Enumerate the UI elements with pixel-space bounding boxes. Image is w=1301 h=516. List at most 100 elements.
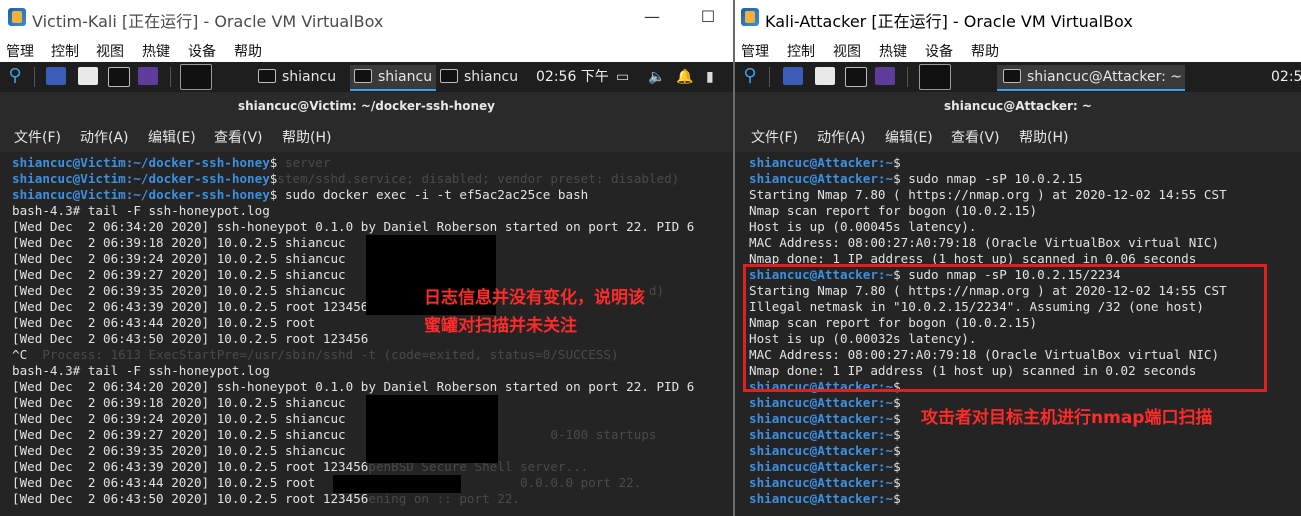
menu-help[interactable]: 帮助	[971, 41, 999, 61]
terminal-line: MAC Address: 08:00:27:A0:79:18 (Oracle V…	[749, 235, 1227, 251]
prompt-user: shiancuc@Attacker	[749, 427, 878, 442]
prompt-path: :~	[877, 155, 894, 170]
prompt-user: shiancuc@Victim	[12, 155, 126, 170]
battery-icon[interactable]: ▮	[706, 68, 714, 86]
notification-bell-icon[interactable]: 🔔	[676, 68, 693, 86]
menu-view[interactable]: 视图	[96, 41, 124, 61]
background-text: ening on :: port 22.	[368, 491, 521, 506]
taskbar-terminal-1[interactable]: shiancu	[258, 65, 336, 89]
background-text: server	[277, 155, 331, 170]
menu-control[interactable]: 控制	[787, 41, 815, 61]
kali-dragon-icon[interactable]: ⚲	[739, 65, 761, 87]
term-menu-action[interactable]: 动作(A)	[817, 127, 866, 147]
menu-devices[interactable]: 设备	[925, 41, 953, 61]
prompt-path: :~	[877, 395, 894, 410]
background-text: stem/sshd.service; disabled; vendor pres…	[277, 171, 680, 186]
victim-annotation: 日志信息并没有变化，说明该 蜜罐对扫描并未关注	[424, 284, 645, 340]
attacker-vbox-menubar: 管理 控制 视图 热键 设备 帮助	[735, 36, 1301, 63]
victim-kali-panel: ⚲ shiancu shiancu shiancu 02:56 下午 ▭ 🔈 🔔…	[0, 62, 733, 92]
term-menu-help[interactable]: 帮助(H)	[282, 127, 331, 147]
line-text: [Wed Dec 2 06:39:35 2020] 10.0.2.5 shian…	[12, 283, 346, 298]
term-menu-file[interactable]: 文件(F)	[751, 127, 798, 147]
prompt-char: $	[893, 491, 901, 506]
workspace-icon[interactable]	[783, 67, 803, 85]
line-text: [Wed Dec 2 06:39:35 2020] 10.0.2.5 shian…	[12, 443, 346, 458]
terminal-line: shiancuc@Attacker:~$	[749, 155, 1227, 171]
terminal-icon	[440, 69, 458, 83]
menu-devices[interactable]: 设备	[188, 41, 216, 61]
line-text: [Wed Dec 2 06:43:39 2020] 10.0.2.5 root …	[12, 299, 369, 314]
volume-icon[interactable]: 🔈	[648, 68, 665, 86]
term-menu-file[interactable]: 文件(F)	[14, 127, 61, 147]
prompt-char: $	[893, 427, 901, 442]
line-text: [Wed Dec 2 06:39:27 2020] 10.0.2.5 shian…	[12, 427, 346, 442]
attacker-kali-panel: ⚲ shiancuc@Attacker: ~ 02:5	[735, 62, 1301, 92]
panel-clock[interactable]: 02:56 下午	[536, 65, 609, 89]
browser-icon[interactable]	[875, 67, 895, 85]
annotation-line: 日志信息并没有变化，说明该	[424, 288, 645, 308]
line-text: [Wed Dec 2 06:39:24 2020] 10.0.2.5 shian…	[12, 411, 346, 426]
line-text: ^C	[12, 347, 28, 362]
terminal-icon[interactable]	[108, 67, 130, 87]
line-text: [Wed Dec 2 06:43:50 2020] 10.0.2.5 root …	[12, 491, 369, 506]
taskbar-terminal-3[interactable]: shiancu	[440, 65, 518, 89]
menu-manage[interactable]: 管理	[6, 41, 34, 61]
kali-dragon-icon[interactable]: ⚲	[4, 65, 26, 87]
term-menu-help[interactable]: 帮助(H)	[1019, 127, 1068, 147]
prompt-path: :~	[877, 443, 894, 458]
terminal-line: [Wed Dec 2 06:39:27 2020] 10.0.2.5 shian…	[12, 427, 694, 443]
folder-icon[interactable]	[78, 67, 98, 85]
menu-control[interactable]: 控制	[51, 41, 79, 61]
term-menu-action[interactable]: 动作(A)	[80, 127, 129, 147]
panel-clock[interactable]: 02:5	[1271, 65, 1301, 89]
line-text: MAC Address: 08:00:27:A0:79:18 (Oracle V…	[749, 235, 1220, 250]
prompt-char: $	[893, 155, 901, 170]
menu-help[interactable]: 帮助	[234, 41, 262, 61]
panel-separator	[907, 67, 908, 87]
active-terminal-preview-icon[interactable]	[919, 64, 951, 90]
task-label: shiancu	[378, 69, 433, 85]
prompt-path: :~/docker-ssh-honey	[125, 187, 270, 202]
attacker-window-title: Kali-Attacker [正在运行] - Oracle VM Virtual…	[765, 12, 1133, 31]
menu-manage[interactable]: 管理	[741, 41, 769, 61]
term-menu-view[interactable]: 查看(V)	[951, 127, 1000, 147]
victim-vbox-menubar: 管理 控制 视图 热键 设备 帮助	[0, 36, 733, 63]
victim-titlebar: Victim-Kali [正在运行] - Oracle VM VirtualBo…	[0, 0, 733, 36]
workspace-icon[interactable]	[46, 67, 66, 85]
menu-hotkeys[interactable]: 热键	[879, 41, 907, 61]
prompt-user: shiancuc@Attacker	[749, 475, 878, 490]
taskbar-terminal-2[interactable]: shiancu	[350, 65, 437, 91]
terminal-line: bash-4.3# tail -F ssh-honeypot.log	[12, 363, 694, 379]
attacker-terminal-title: shiancuc@Attacker: ~	[735, 92, 1301, 120]
prompt-user: shiancuc@Attacker	[749, 443, 878, 458]
prompt-char: $	[893, 443, 901, 458]
terminal-line: shiancuc@Attacker:~$	[749, 443, 1227, 459]
prompt-user: shiancuc@Victim	[12, 171, 126, 186]
active-terminal-preview-icon[interactable]	[180, 64, 212, 90]
browser-icon[interactable]	[138, 67, 158, 85]
menu-hotkeys[interactable]: 热键	[142, 41, 170, 61]
terminal-line: ^C Process: 1613 ExecStartPre=/usr/sbin/…	[12, 347, 694, 363]
nmap-highlight-box	[743, 264, 1267, 392]
terminal-line: shiancuc@Attacker:~$	[749, 475, 1227, 491]
terminal-line: shiancuc@Attacker:~$	[749, 459, 1227, 475]
terminal-icon[interactable]	[845, 67, 867, 87]
prompt-char: $	[893, 459, 901, 474]
minimize-button[interactable]: —	[638, 6, 666, 28]
folder-icon[interactable]	[815, 67, 835, 85]
window-preview-icon[interactable]: ▭	[616, 68, 629, 86]
terminal-icon	[1003, 69, 1021, 83]
term-menu-edit[interactable]: 编辑(E)	[148, 127, 196, 147]
term-menu-edit[interactable]: 编辑(E)	[885, 127, 933, 147]
terminal-line: [Wed Dec 2 06:43:39 2020] 10.0.2.5 root …	[12, 459, 694, 475]
panel-separator	[34, 67, 35, 87]
term-menu-view[interactable]: 查看(V)	[214, 127, 263, 147]
background-text: Process: 1613 ExecStartPre=/usr/sbin/ssh…	[27, 347, 619, 362]
restore-button[interactable]: ☐	[694, 6, 722, 28]
terminal-line: [Wed Dec 2 06:39:18 2020] 10.0.2.5 shian…	[12, 235, 694, 251]
attacker-vm-window: Kali-Attacker [正在运行] - Oracle VM Virtual…	[735, 0, 1301, 516]
menu-view[interactable]: 视图	[833, 41, 861, 61]
victim-terminal-menu: 文件(F) 动作(A) 编辑(E) 查看(V) 帮助(H)	[0, 120, 733, 152]
terminal-line: shiancuc@Victim:~/docker-ssh-honey$ sudo…	[12, 187, 694, 203]
taskbar-attacker-terminal[interactable]: shiancuc@Attacker: ~	[997, 65, 1185, 91]
